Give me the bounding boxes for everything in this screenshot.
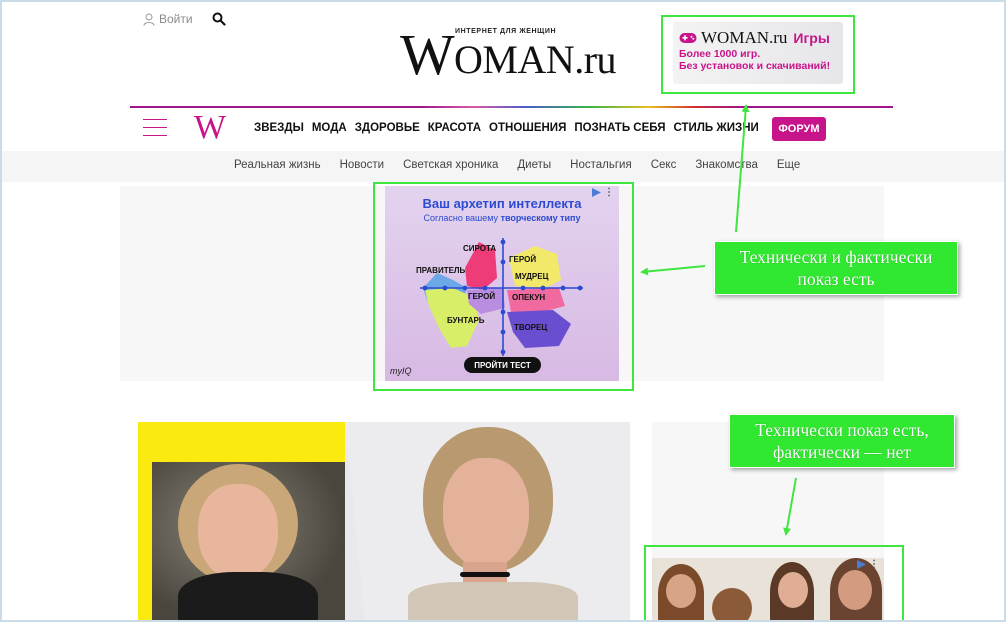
sub-nav: Реальная жизнь Новости Светская хроника …	[234, 159, 800, 171]
games-brand: WOMAN.ru	[701, 28, 788, 47]
label-buntar: БУНТАРЬ	[447, 316, 485, 325]
archetype-ad-title: Ваш архетип интеллекта	[422, 196, 582, 211]
annotation-shown: Технически и фактически показ есть	[714, 241, 958, 295]
myiq-brand: myIQ	[390, 366, 412, 376]
subnav-item-novosti[interactable]: Новости	[340, 159, 385, 171]
subnav-item-svetskaya-hronika[interactable]: Светская хроника	[403, 159, 498, 171]
logo-text: OMAN.ru	[454, 37, 617, 82]
ad-choices-2[interactable]: ⋮	[857, 559, 879, 570]
menu-icon[interactable]	[143, 119, 167, 137]
label-mudrets: МУДРЕЦ	[515, 272, 549, 281]
search-icon[interactable]	[212, 12, 226, 26]
login-label: Войти	[159, 12, 193, 26]
label-pravitel: ПРАВИТЕЛЬ	[416, 266, 466, 275]
login-link[interactable]: Войти	[143, 12, 193, 26]
nav-item-zdorovye[interactable]: ЗДОРОВЬЕ	[355, 122, 420, 134]
annotation-not-shown-line1: Технически показ есть,	[755, 420, 929, 440]
site-logo[interactable]: ИНТЕРНЕТ ДЛЯ ЖЕНЩИН W OMAN.ru	[400, 22, 626, 87]
annotation-not-shown-line2: фактически — нет	[772, 442, 912, 462]
archetype-diagram	[420, 238, 583, 356]
label-geroy: ГЕРОЙ	[468, 292, 496, 301]
games-line-2: Без установок и скачиваний!	[679, 60, 831, 72]
shape-mudrets	[509, 246, 561, 288]
nav-item-moda[interactable]: МОДА	[312, 122, 347, 134]
archetype-ad[interactable]: ⋮ Ваш архетип интеллекта Согласно вашему…	[385, 186, 619, 381]
label-sirota: СИРОТА	[463, 244, 497, 253]
logo-tagline: ИНТЕРНЕТ ДЛЯ ЖЕНЩИН	[455, 28, 557, 35]
user-icon	[143, 13, 155, 26]
logo-letter: W	[400, 22, 455, 87]
w-logo-mark[interactable]: W	[194, 111, 226, 145]
annotation-not-shown: Технически показ есть, фактически — нет	[729, 414, 955, 468]
nav-item-stil-zhizni[interactable]: СТИЛЬ ЖИЗНИ	[674, 122, 759, 134]
nav-item-otnosheniya[interactable]: ОТНОШЕНИЯ	[489, 122, 566, 134]
take-test-button[interactable]: ПРОЙТИ ТЕСТ	[464, 357, 541, 373]
nav-item-zvezdy[interactable]: ЗВЕЗДЫ	[254, 122, 304, 134]
subnav-item-eshche[interactable]: Еще	[777, 159, 800, 171]
header-divider	[130, 106, 893, 108]
main-nav: ЗВЕЗДЫ МОДА ЗДОРОВЬЕ КРАСОТА ОТНОШЕНИЯ П…	[254, 122, 759, 134]
family-photo-ad[interactable]: ⋮	[652, 558, 884, 622]
annotation-shown-line1: Технически и фактически	[739, 247, 933, 267]
subnav-item-nostalgiya[interactable]: Ностальгия	[570, 159, 632, 171]
archetype-ad-subtitle: Согласно вашему творческому типу	[423, 213, 581, 223]
games-line-1: Более 1000 игр.	[679, 48, 761, 60]
subnav-item-diety[interactable]: Диеты	[517, 159, 551, 171]
subnav-item-seks[interactable]: Секс	[651, 159, 677, 171]
more-icon: ⋮	[869, 559, 879, 570]
adchoices-icon	[857, 560, 866, 569]
games-title: Игры	[793, 30, 830, 46]
label-geroy-top: ГЕРОЙ	[509, 255, 537, 264]
annotation-shown-line2: показ есть	[797, 269, 875, 289]
subnav-item-znakomstva[interactable]: Знакомства	[695, 159, 758, 171]
label-tvorets: ТВОРЕЦ	[514, 323, 548, 332]
gamepad-icon	[679, 33, 697, 43]
nav-item-krasota[interactable]: КРАСОТА	[428, 122, 481, 134]
forum-button[interactable]: ФОРУМ	[772, 117, 826, 141]
article-photo[interactable]	[138, 422, 630, 622]
label-opekun: ОПЕКУН	[512, 293, 546, 302]
games-banner-ad[interactable]: WOMAN.ru Игры Более 1000 игр. Без устано…	[673, 22, 843, 84]
nav-item-poznat-sebya[interactable]: ПОЗНАТЬ СЕБЯ	[574, 122, 665, 134]
subnav-item-realnaya-zhizn[interactable]: Реальная жизнь	[234, 159, 321, 171]
